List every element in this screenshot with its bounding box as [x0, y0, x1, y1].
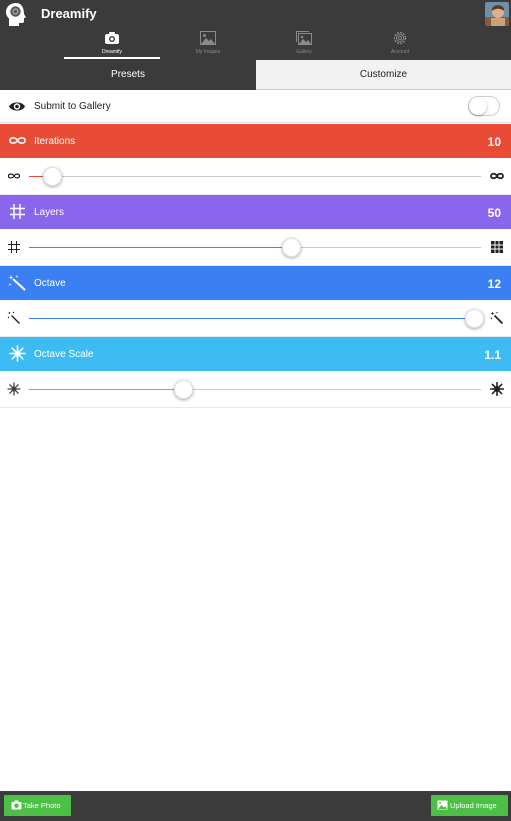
layers-value: 50 [487, 206, 501, 220]
bottom-toolbar: Take Photo Upload Image [0, 791, 511, 821]
iterations-slider[interactable] [29, 167, 481, 186]
tab-label: Dreamify [101, 49, 122, 55]
submit-to-gallery-toggle[interactable] [468, 96, 500, 116]
octave-value: 12 [487, 277, 501, 291]
take-photo-label: Take Photo [23, 801, 61, 810]
brain-logo-icon [6, 3, 26, 26]
tab-label: Gallery [296, 49, 312, 55]
avatar[interactable] [485, 2, 509, 26]
image-icon [437, 800, 448, 810]
upload-image-button[interactable]: Upload Image [431, 795, 508, 816]
octave-header: Octave 12 [0, 266, 511, 300]
snowflake-icon [490, 382, 504, 396]
iterations-header: Iterations 10 [0, 124, 511, 158]
octave-slider-row [0, 300, 511, 337]
layers-header: Layers 50 [0, 195, 511, 229]
camera-icon [105, 32, 119, 44]
submit-to-gallery-label: Submit to Gallery [34, 101, 111, 112]
magic-wand-icon [490, 311, 504, 325]
infinity-icon [490, 172, 504, 180]
upload-image-label: Upload Image [450, 801, 497, 810]
layers-slider-row [0, 229, 511, 266]
gear-icon [393, 31, 407, 45]
layers-label: Layers [34, 207, 65, 218]
presets-tab[interactable]: Presets [0, 60, 256, 90]
iterations-slider-row [0, 158, 511, 195]
infinity-icon [9, 137, 26, 144]
submit-to-gallery-row: Submit to Gallery [0, 90, 511, 123]
slider-thumb[interactable] [173, 380, 193, 399]
customize-tab[interactable]: Customize [256, 60, 511, 90]
tab-bar: Dreamify My Images Gallery Account [0, 29, 511, 60]
magic-wand-icon [7, 311, 20, 324]
snowflake-icon [7, 382, 21, 396]
octave-slider[interactable] [29, 309, 485, 328]
octave-scale-slider[interactable] [29, 380, 481, 399]
magic-wand-icon [8, 275, 26, 291]
layers-slider[interactable] [29, 238, 481, 257]
grid-filled-icon [491, 241, 503, 253]
slider-fill [29, 247, 292, 248]
slider-thumb[interactable] [465, 309, 485, 328]
snowflake-icon [9, 345, 26, 362]
app: Dreamify Dreamify My Images Gallery Acco… [0, 0, 511, 821]
octave-scale-header: Octave Scale 1.1 [0, 337, 511, 371]
grid-icon [8, 241, 20, 253]
slider-thumb[interactable] [282, 238, 302, 257]
tab-gallery[interactable]: Gallery [256, 29, 352, 60]
take-photo-button[interactable]: Take Photo [4, 795, 71, 816]
octave-scale-label: Octave Scale [34, 349, 94, 360]
slider-thumb[interactable] [42, 167, 62, 186]
slider-fill [29, 318, 475, 319]
tab-my-images[interactable]: My Images [160, 29, 256, 60]
octave-scale-slider-row [0, 371, 511, 408]
iterations-label: Iterations [34, 136, 76, 147]
infinity-icon [7, 173, 21, 179]
eye-icon [9, 102, 25, 111]
octave-scale-value: 1.1 [484, 348, 501, 362]
app-header: Dreamify [0, 0, 511, 29]
grid-icon [10, 204, 25, 219]
iterations-value: 10 [487, 135, 501, 149]
mode-segmented-control: Presets Customize [0, 60, 511, 90]
tab-account[interactable]: Account [352, 29, 448, 60]
tab-label: My Images [195, 49, 221, 55]
app-title: Dreamify [41, 6, 97, 21]
image-icon [200, 31, 216, 45]
octave-label: Octave [34, 278, 66, 289]
slider-fill [29, 389, 183, 390]
gallery-icon [296, 31, 312, 45]
camera-icon [11, 800, 22, 810]
tab-label: Account [390, 49, 410, 55]
tab-dreamify[interactable]: Dreamify [64, 29, 160, 60]
toggle-knob [469, 97, 487, 115]
